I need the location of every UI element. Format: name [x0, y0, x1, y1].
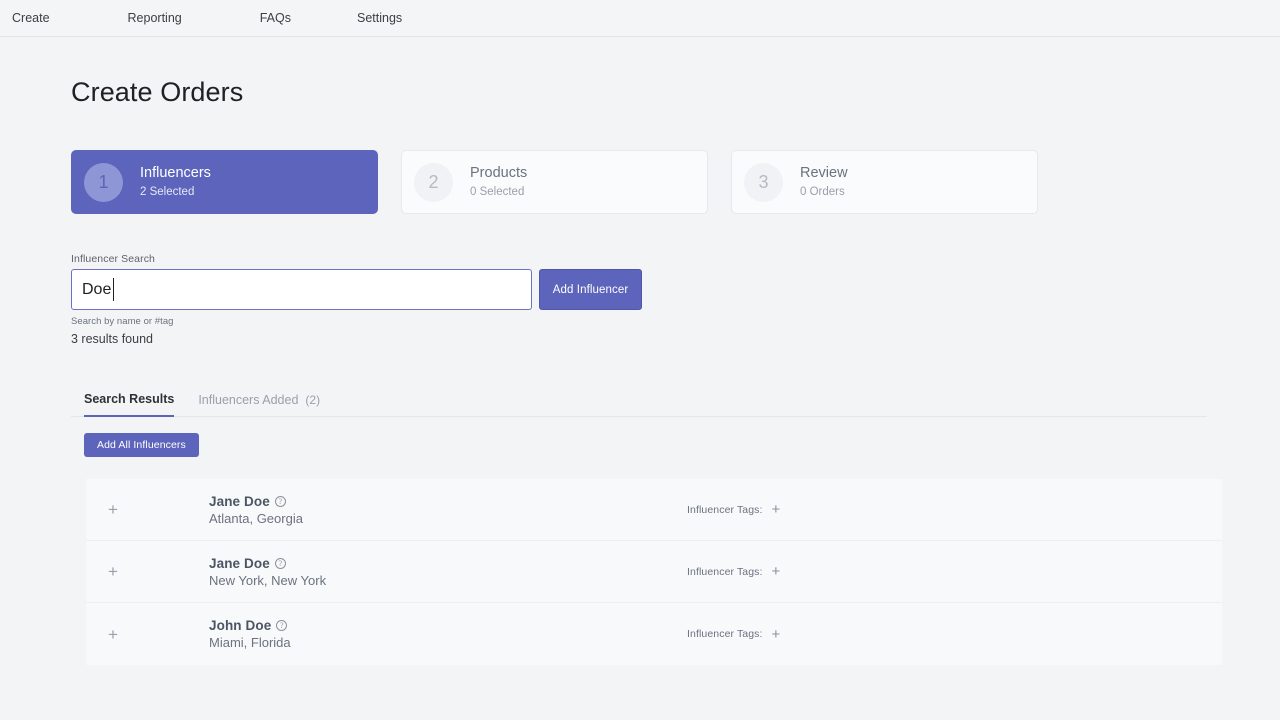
- add-influencer-button[interactable]: Add Influencer: [539, 269, 642, 310]
- nav-item-settings[interactable]: Settings: [357, 12, 402, 25]
- tab-search-results[interactable]: Search Results: [84, 392, 175, 417]
- step-number-badge-3: 3: [744, 162, 783, 202]
- row-name-line: Jane Doe ?: [209, 556, 326, 571]
- nav-item-faqs[interactable]: FAQs: [260, 12, 291, 25]
- step-sub-influencers: 2 Selected: [140, 186, 195, 199]
- influencer-name: John Doe: [209, 618, 272, 633]
- step-sub-products: 0 Selected: [470, 186, 525, 199]
- results-found-text: 3 results found: [71, 332, 153, 346]
- influencer-search-label: Influencer Search: [71, 253, 155, 265]
- add-influencer-row-icon[interactable]: +: [86, 563, 140, 580]
- info-icon[interactable]: ?: [276, 620, 288, 631]
- tab-influencers-added-count: (2): [305, 393, 321, 407]
- step-wizard: 1 Influencers 2 Selected 2 Products 0 Se…: [71, 150, 1280, 214]
- step-text-1: Influencers 2 Selected: [140, 164, 211, 201]
- row-name-line: Jane Doe ?: [209, 494, 303, 509]
- info-icon[interactable]: ?: [274, 495, 286, 507]
- results-tabs: Search Results Influencers Added (2): [71, 392, 1207, 417]
- step-name-products: Products: [470, 164, 528, 181]
- step-card-products[interactable]: 2 Products 0 Selected: [401, 150, 708, 214]
- nav-item-create[interactable]: Create: [12, 12, 50, 25]
- influencer-location: Atlanta, Georgia: [209, 510, 303, 526]
- row-name-line: John Doe ?: [209, 618, 291, 633]
- influencer-tags-label: Influencer Tags:: [687, 503, 763, 516]
- add-influencer-row-icon[interactable]: +: [86, 501, 140, 518]
- top-navigation-bar: Create Reporting FAQs Settings: [0, 0, 1280, 37]
- influencer-tags-group: Influencer Tags: +: [687, 502, 780, 517]
- influencer-tags-group: Influencer Tags: +: [687, 627, 780, 642]
- table-row[interactable]: + John Doe ? Miami, Florida Influencer T…: [86, 603, 1222, 665]
- influencer-tags-group: Influencer Tags: +: [687, 564, 780, 579]
- influencer-tags-label: Influencer Tags:: [687, 628, 763, 640]
- influencer-name: Jane Doe: [209, 555, 270, 571]
- influencer-location: New York, New York: [209, 572, 327, 588]
- page-content: Create Orders 1 Influencers 2 Selected 2…: [0, 77, 1280, 665]
- add-tag-icon[interactable]: +: [772, 627, 781, 642]
- add-influencer-row-icon[interactable]: +: [86, 626, 140, 643]
- row-info: Jane Doe ? New York, New York: [209, 556, 326, 588]
- tab-influencers-added[interactable]: Influencers Added (2): [198, 393, 320, 416]
- step-text-2: Products 0 Selected: [470, 164, 527, 201]
- step-name-influencers: Influencers: [140, 164, 211, 181]
- influencer-name: Jane Doe: [209, 493, 270, 509]
- step-sub-review: 0 Orders: [800, 186, 845, 199]
- text-caret: [113, 278, 114, 301]
- step-card-influencers[interactable]: 1 Influencers 2 Selected: [71, 150, 378, 214]
- info-icon[interactable]: ?: [274, 557, 286, 569]
- add-all-influencers-button[interactable]: Add All Influencers: [84, 433, 199, 457]
- influencer-search-input[interactable]: [71, 269, 532, 310]
- table-row[interactable]: + Jane Doe ? Atlanta, Georgia Influencer…: [86, 479, 1222, 541]
- influencer-location: Miami, Florida: [209, 635, 291, 650]
- table-row[interactable]: + Jane Doe ? New York, New York Influenc…: [86, 541, 1222, 603]
- tab-influencers-added-label: Influencers Added: [198, 393, 299, 407]
- step-card-review[interactable]: 3 Review 0 Orders: [731, 150, 1038, 214]
- influencer-search-block: Influencer Search Add Influencer Search …: [71, 253, 1280, 346]
- search-input-wrapper: [71, 269, 532, 310]
- row-info: John Doe ? Miami, Florida: [209, 618, 291, 650]
- nav-item-reporting[interactable]: Reporting: [128, 12, 182, 25]
- search-results-list: + Jane Doe ? Atlanta, Georgia Influencer…: [86, 479, 1222, 665]
- step-text-3: Review 0 Orders: [800, 164, 848, 201]
- page-title: Create Orders: [71, 77, 244, 107]
- row-info: Jane Doe ? Atlanta, Georgia: [209, 494, 303, 526]
- add-tag-icon[interactable]: +: [772, 564, 781, 579]
- search-row: Add Influencer: [71, 269, 1280, 310]
- step-number-badge-2: 2: [414, 162, 453, 202]
- influencer-tags-label: Influencer Tags:: [687, 565, 763, 578]
- search-hint-text: Search by name or #tag: [71, 316, 174, 327]
- add-tag-icon[interactable]: +: [772, 502, 781, 517]
- step-number-badge-1: 1: [84, 162, 123, 202]
- step-name-review: Review: [800, 164, 848, 181]
